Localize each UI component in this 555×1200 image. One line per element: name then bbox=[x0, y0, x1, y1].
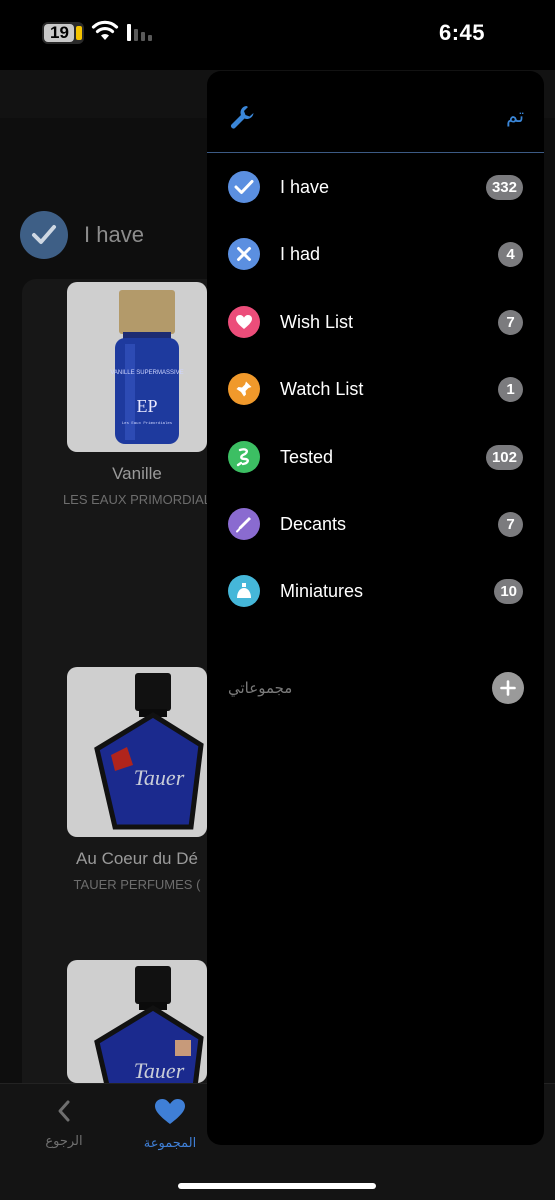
count-badge: 4 bbox=[498, 241, 523, 267]
svg-text:EP: EP bbox=[136, 396, 157, 416]
status-bar: 19 6:45 bbox=[0, 0, 555, 70]
product-image: Tauer bbox=[67, 667, 207, 837]
list-item-i-had[interactable]: I had 4 bbox=[207, 224, 544, 284]
list-item-label: Decants bbox=[280, 513, 347, 534]
count-badge: 332 bbox=[485, 174, 523, 200]
cellular-signal-icon bbox=[127, 24, 152, 41]
list-item-label: Wish List bbox=[280, 311, 354, 332]
list-item-label: I had bbox=[280, 243, 321, 264]
svg-text:Tauer: Tauer bbox=[134, 1058, 185, 1083]
pin-icon bbox=[228, 373, 260, 405]
tab-collection[interactable]: المجموعة bbox=[130, 1098, 210, 1151]
clock: 6:45 bbox=[438, 20, 485, 45]
product-card[interactable]: Tauer Au Coeur du Dé TAUER PERFUMES ( bbox=[52, 667, 222, 892]
list-item-miniatures[interactable]: Miniatures 10 bbox=[207, 561, 544, 621]
drawer-header: تم bbox=[207, 71, 544, 153]
list-item-decants[interactable]: Decants 7 bbox=[207, 494, 544, 554]
product-name: Au Coeur du Dé bbox=[76, 849, 198, 868]
decant-icon bbox=[228, 508, 260, 540]
tab-label: الرجوع bbox=[45, 1133, 83, 1148]
checkmark-icon bbox=[20, 211, 68, 259]
tab-back[interactable]: الرجوع bbox=[24, 1098, 104, 1149]
heart-icon bbox=[155, 1099, 185, 1124]
list-item-i-have[interactable]: I have 332 bbox=[207, 157, 544, 217]
list-item-watch-list[interactable]: Watch List 1 bbox=[207, 359, 544, 419]
checkmark-icon bbox=[228, 171, 260, 203]
chevron-left-icon bbox=[58, 1100, 70, 1122]
heart-icon bbox=[228, 306, 260, 338]
product-image: VANILLE SUPERMASSIVE EP Les Eaux Primord… bbox=[67, 282, 207, 452]
count-badge: 10 bbox=[494, 578, 523, 604]
tab-label: المجموعة bbox=[143, 1135, 197, 1150]
product-brand: LES EAUX PRIMORDIAL bbox=[62, 492, 212, 507]
wrench-icon[interactable] bbox=[229, 104, 255, 130]
product-brand: TAUER PERFUMES ( bbox=[73, 877, 201, 892]
list-item-tested[interactable]: Tested 102 bbox=[207, 427, 544, 487]
svg-text:Les Eaux Primordiales: Les Eaux Primordiales bbox=[122, 421, 173, 426]
list-item-label: Tested bbox=[280, 446, 334, 467]
list-header: I have bbox=[20, 211, 144, 259]
list-title: I have bbox=[84, 222, 144, 247]
list-item-wish-list[interactable]: Wish List 7 bbox=[207, 292, 544, 352]
list-item-label: I have bbox=[280, 176, 330, 197]
product-name: Vanille bbox=[112, 464, 162, 483]
count-badge: 102 bbox=[485, 444, 523, 470]
list-item-label: Watch List bbox=[280, 378, 364, 399]
miniature-icon bbox=[228, 575, 260, 607]
add-collection-button[interactable] bbox=[492, 672, 524, 704]
bottle-label-text: VANILLE SUPERMASSIVE bbox=[110, 370, 183, 376]
product-card[interactable]: Tauer bbox=[52, 960, 222, 1083]
lists-drawer: تم I have 332 I had 4 Wish List 7 Watch … bbox=[207, 71, 544, 1145]
done-button[interactable]: تم bbox=[506, 105, 524, 127]
plus-icon bbox=[500, 680, 516, 696]
count-badge: 7 bbox=[498, 309, 523, 335]
my-collections-label: مجموعاتي bbox=[228, 679, 293, 697]
wifi-icon bbox=[91, 20, 119, 40]
battery-icon: 19 bbox=[42, 22, 84, 44]
svg-text:Tauer: Tauer bbox=[134, 765, 185, 790]
product-card[interactable]: VANILLE SUPERMASSIVE EP Les Eaux Primord… bbox=[52, 282, 222, 507]
x-mark-icon bbox=[228, 238, 260, 270]
count-badge: 7 bbox=[498, 511, 523, 537]
my-collections-section: مجموعاتي bbox=[228, 671, 524, 705]
count-badge: 1 bbox=[498, 376, 523, 402]
product-image: Tauer bbox=[67, 960, 207, 1083]
list-item-label: Miniatures bbox=[280, 580, 364, 601]
tester-icon bbox=[228, 441, 260, 473]
battery-level: 19 bbox=[50, 23, 69, 42]
home-indicator[interactable] bbox=[178, 1183, 376, 1189]
